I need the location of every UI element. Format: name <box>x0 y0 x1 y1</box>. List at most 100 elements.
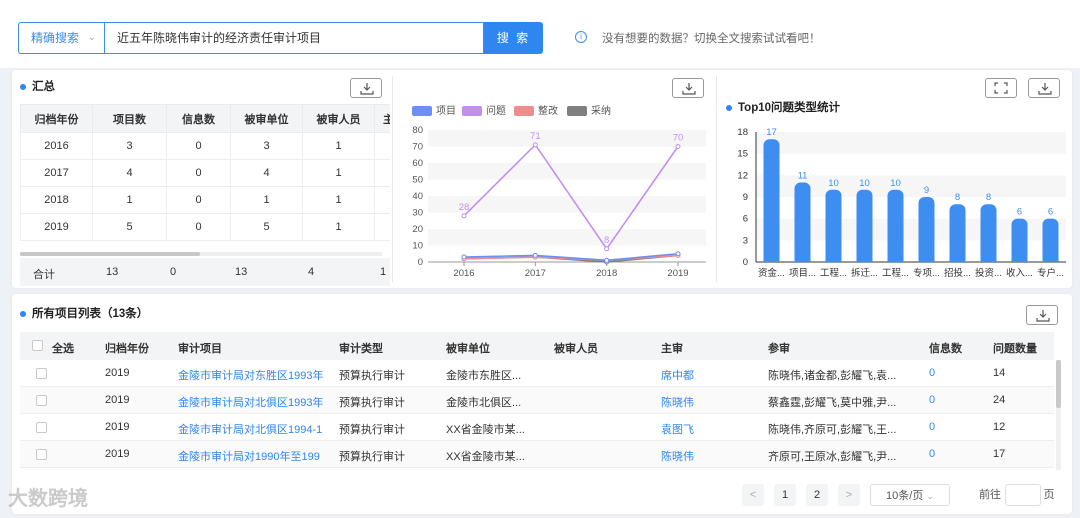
table-row[interactable]: 2019 金陵市审计局对1990年至199 预算执行审计 XX省金陵市某... … <box>20 441 1054 468</box>
search-input[interactable]: 近五年陈晓伟审计的经济责任审计项目 <box>104 22 484 54</box>
column-header[interactable]: 归档年份 <box>20 104 93 133</box>
project-link[interactable]: 金陵市审计局对东胜区1993年 <box>178 367 323 383</box>
lead-auditor-link[interactable]: 陈晓伟 <box>661 448 694 464</box>
scrollbar-thumb[interactable] <box>20 252 200 256</box>
lead-auditor-link[interactable]: 陈晓伟 <box>661 394 694 410</box>
data-label: 10 <box>828 178 839 189</box>
x-tick-label: 收入... <box>1006 267 1033 279</box>
data-point <box>461 213 467 219</box>
list-vscrollbar[interactable] <box>1056 360 1061 470</box>
column-header[interactable]: 审计项目 <box>178 340 222 356</box>
x-tick-label: 2018 <box>596 268 617 279</box>
prev-page-button[interactable]: < <box>742 484 764 506</box>
row-checkbox[interactable] <box>36 395 47 406</box>
table-cell: 5 <box>230 213 303 241</box>
next-page-button[interactable]: > <box>838 484 860 506</box>
data-point <box>604 257 610 263</box>
info-icon: i <box>575 31 587 43</box>
table-cell: 4 <box>92 159 167 187</box>
info-count-link[interactable]: 0 <box>929 367 935 379</box>
table-cell: 1 <box>302 132 375 160</box>
table-row: 2018 1 0 1 1 <box>20 186 390 214</box>
project-link[interactable]: 金陵市审计局对1990年至199 <box>178 448 323 464</box>
table-cell <box>374 186 390 214</box>
info-count-link[interactable]: 0 <box>929 448 935 460</box>
x-tick-label: 投资... <box>975 267 1002 279</box>
data-point <box>675 144 681 149</box>
column-header[interactable]: 全选 <box>52 340 74 356</box>
divider <box>392 76 393 282</box>
column-header[interactable]: 被审单位 <box>446 340 490 356</box>
bar-base <box>918 256 935 262</box>
row-unit: XX省金陵市某... <box>446 424 525 436</box>
data-label: 9 <box>924 185 929 196</box>
table-row[interactable]: 2019 金陵市审计局对北俱区1994-1 预算执行审计 XX省金陵市某... … <box>20 414 1054 441</box>
info-count-link[interactable]: 0 <box>929 394 935 406</box>
list-download-button[interactable] <box>1026 305 1058 325</box>
legend-item[interactable]: 问题 <box>462 102 506 117</box>
table-cell: 2018 <box>20 186 93 214</box>
column-header[interactable]: 参审 <box>768 340 790 356</box>
bar-base <box>825 256 842 262</box>
barchart-download-button[interactable] <box>1028 78 1060 98</box>
legend-item[interactable]: 整改 <box>514 102 558 117</box>
summary-card: 汇总 归档年份 项目数 信息数 被审单位 被审人员 主 2016 3 0 3 1… <box>12 70 1072 288</box>
table-cell: 4 <box>230 159 303 187</box>
column-header[interactable]: 信息数 <box>929 340 962 356</box>
page-button[interactable]: 2 <box>806 484 828 506</box>
data-label: 6 <box>1048 207 1053 218</box>
lead-auditor-link[interactable]: 席中都 <box>661 367 694 383</box>
scrollbar-thumb[interactable] <box>1056 360 1061 408</box>
row-issues: 24 <box>993 394 1006 406</box>
column-header[interactable]: 问题数量 <box>993 340 1037 356</box>
info-count-link[interactable]: 0 <box>929 421 935 433</box>
x-tick-label: 项目... <box>789 268 816 279</box>
project-link[interactable]: 金陵市审计局对北俱区1993年 <box>178 394 323 410</box>
row-members: 蔡鑫霆,彭耀飞,莫中雅,尹... <box>768 397 897 409</box>
goto-page-input[interactable] <box>1005 484 1041 506</box>
project-list-title: 所有项目列表（13条） <box>20 305 148 321</box>
bar <box>918 197 935 262</box>
x-tick-label: 资金... <box>758 267 785 279</box>
table-row: 2017 4 0 4 1 <box>20 159 390 187</box>
column-header[interactable]: 被审单位 <box>230 104 303 133</box>
legend-item[interactable]: 采纳 <box>567 102 611 117</box>
row-checkbox[interactable] <box>36 449 47 460</box>
row-members: 陈晓伟,齐原可,彭耀飞,王... <box>768 424 897 436</box>
y-tick-label: 60 <box>412 158 423 169</box>
total-cell: 0 <box>170 266 177 278</box>
table-row[interactable]: 2019 金陵市审计局对东胜区1993年 预算执行审计 金陵市东胜区... 席中… <box>20 360 1054 387</box>
legend-item[interactable]: 项目 <box>412 102 456 117</box>
column-header[interactable]: 归档年份 <box>105 340 149 356</box>
lead-auditor-link[interactable]: 袁图飞 <box>661 421 694 437</box>
table-cell <box>374 132 390 160</box>
project-list-card: 所有项目列表（13条） 全选 归档年份 审计项目 审计类型 被审单位 被审人员 … <box>12 294 1072 514</box>
page-button[interactable]: 1 <box>774 484 796 506</box>
column-header[interactable]: 信息数 <box>166 104 231 133</box>
column-header[interactable]: 主审 <box>661 340 683 356</box>
project-link[interactable]: 金陵市审计局对北俱区1994-1 <box>178 421 323 437</box>
column-header[interactable]: 项目数 <box>92 104 167 133</box>
bar <box>794 182 811 262</box>
linechart-download-button[interactable] <box>672 78 704 98</box>
row-issues: 14 <box>993 367 1006 379</box>
column-header[interactable]: 主 <box>374 104 390 133</box>
summary-download-button[interactable] <box>350 78 382 98</box>
select-all-checkbox[interactable] <box>32 340 43 351</box>
page-size-select[interactable]: 10条/页 ⌄ <box>870 484 950 506</box>
row-checkbox[interactable] <box>36 422 47 433</box>
search-button[interactable]: 搜 索 <box>484 22 543 54</box>
fullscreen-button[interactable] <box>985 78 1017 98</box>
summary-hscrollbar[interactable] <box>20 252 382 256</box>
data-point <box>675 251 681 257</box>
table-row[interactable]: 2019 金陵市审计局对北俱区1993年 预算执行审计 金陵市北俱区... 陈晓… <box>20 387 1054 414</box>
data-point <box>604 246 610 252</box>
table-cell: 0 <box>166 132 231 160</box>
row-checkbox[interactable] <box>36 368 47 379</box>
column-header[interactable]: 被审人员 <box>302 104 375 133</box>
search-hint: 没有想要的数据？切换全文搜索试试看吧！ <box>602 33 821 45</box>
y-tick-label: 80 <box>412 125 423 136</box>
column-header[interactable]: 审计类型 <box>339 340 383 356</box>
search-mode-select[interactable]: 精确搜索 ⌄ <box>18 22 104 54</box>
column-header[interactable]: 被审人员 <box>554 340 598 356</box>
